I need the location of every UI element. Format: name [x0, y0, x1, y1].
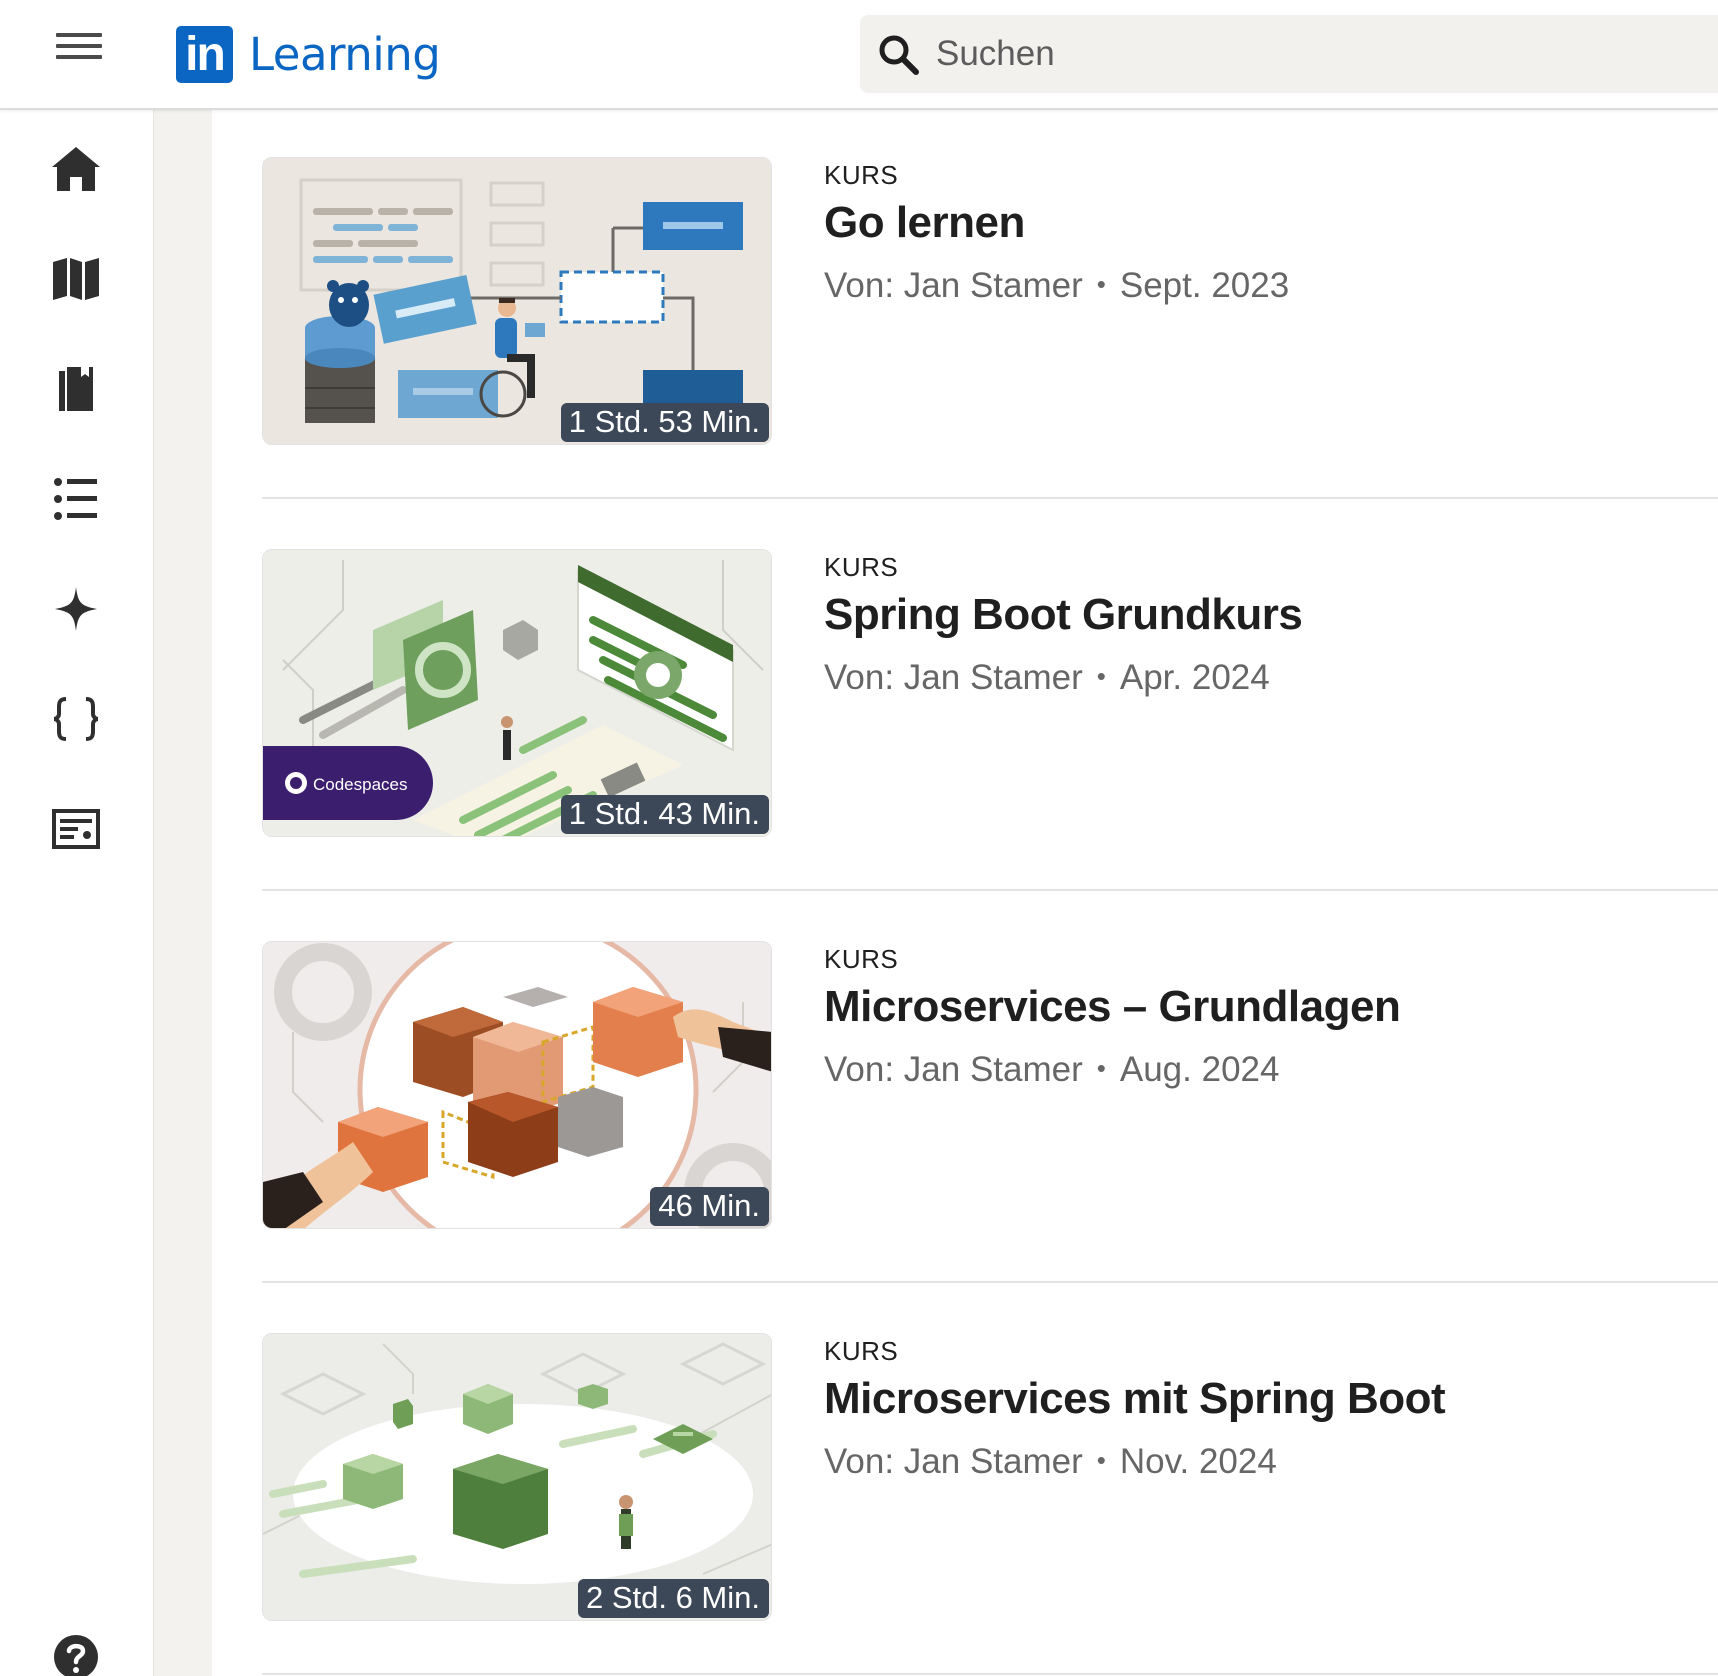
course-title-link[interactable]: Go lernen: [824, 198, 1025, 248]
course-card: Codespaces 1 Std. 43 Min. KURS Spring Bo…: [262, 502, 1718, 894]
content-type-label: KURS: [824, 552, 899, 582]
course-card: 1 Std. 53 Min. KURS Go lernen Von: Jan S…: [262, 110, 1718, 502]
learning-logo-text: Learning: [249, 27, 441, 81]
nav-certificates[interactable]: [45, 798, 107, 860]
search-input[interactable]: [936, 29, 1696, 79]
course-author: Von: Jan Stamer: [824, 266, 1083, 305]
course-thumbnail[interactable]: 46 Min.: [262, 941, 772, 1229]
nav-my-learning[interactable]: [45, 468, 107, 530]
nav-home[interactable]: [45, 138, 107, 200]
divider: [262, 1281, 1718, 1283]
linkedin-learning-logo[interactable]: in Learning: [176, 24, 441, 84]
list-icon: [54, 478, 97, 520]
content-type-label: KURS: [824, 1336, 899, 1366]
duration-badge: 2 Std. 6 Min.: [577, 1579, 769, 1618]
duration-badge: 1 Std. 53 Min.: [560, 403, 769, 442]
divider: [262, 1673, 1718, 1675]
course-meta: Von: Jan Stamer • Sept. 2023: [824, 266, 1289, 306]
nav-code-challenges[interactable]: [45, 688, 107, 750]
course-card: 2 Std. 6 Min. KURS Microservices mit Spr…: [262, 1286, 1718, 1676]
course-author: Von: Jan Stamer: [824, 658, 1083, 697]
content-type-label: KURS: [824, 944, 899, 974]
duration-badge: 46 Min.: [650, 1187, 769, 1226]
top-header: in Learning: [0, 0, 1718, 110]
microservices-spring-course-illustration: [263, 1334, 771, 1620]
divider: [262, 889, 1718, 891]
nav-library[interactable]: [45, 358, 107, 420]
codespaces-badge: Codespaces: [313, 775, 408, 794]
sparkle-icon: [55, 587, 97, 631]
course-title-link[interactable]: Spring Boot Grundkurs: [824, 590, 1303, 640]
course-thumbnail[interactable]: Codespaces 1 Std. 43 Min.: [262, 549, 772, 837]
map-icon: [53, 258, 99, 300]
course-author: Von: Jan Stamer: [824, 1050, 1083, 1089]
code-braces-icon: [53, 697, 99, 741]
spring-boot-course-illustration: Codespaces: [263, 550, 771, 836]
course-meta: Von: Jan Stamer • Apr. 2024: [824, 658, 1270, 698]
nav-help[interactable]: [45, 1626, 107, 1676]
content-type-label: KURS: [824, 160, 899, 190]
meta-separator: •: [1096, 1053, 1106, 1083]
content-gutter: [154, 110, 212, 1676]
left-nav-rail: [0, 110, 154, 1676]
nav-paths[interactable]: [45, 248, 107, 310]
meta-separator: •: [1096, 1445, 1106, 1475]
help-icon: [54, 1635, 98, 1676]
certificate-icon: [52, 809, 100, 849]
search-icon[interactable]: [876, 32, 922, 78]
linkedin-logo-badge: in: [176, 25, 233, 83]
course-date: Apr. 2024: [1119, 658, 1270, 697]
course-date: Sept. 2023: [1119, 266, 1290, 305]
course-title-link[interactable]: Microservices – Grundlagen: [824, 982, 1401, 1032]
course-thumbnail[interactable]: 2 Std. 6 Min.: [262, 1333, 772, 1621]
course-thumbnail[interactable]: 1 Std. 53 Min.: [262, 157, 772, 445]
course-date: Nov. 2024: [1119, 1442, 1277, 1481]
search-bar: [860, 15, 1718, 93]
meta-separator: •: [1096, 269, 1106, 299]
meta-separator: •: [1096, 661, 1106, 691]
course-date: Aug. 2024: [1119, 1050, 1280, 1089]
course-list: 1 Std. 53 Min. KURS Go lernen Von: Jan S…: [212, 110, 1718, 1676]
course-card: 46 Min. KURS Microservices – Grundlagen …: [262, 894, 1718, 1286]
course-meta: Von: Jan Stamer • Aug. 2024: [824, 1050, 1279, 1090]
hamburger-menu-icon[interactable]: [50, 30, 110, 70]
go-course-illustration: [263, 158, 771, 444]
home-icon: [52, 147, 100, 191]
library-icon: [59, 367, 93, 411]
course-title-link[interactable]: Microservices mit Spring Boot: [824, 1374, 1446, 1424]
microservices-course-illustration: [263, 942, 771, 1228]
course-author: Von: Jan Stamer: [824, 1442, 1083, 1481]
course-meta: Von: Jan Stamer • Nov. 2024: [824, 1442, 1277, 1482]
nav-ai-coach[interactable]: [45, 578, 107, 640]
duration-badge: 1 Std. 43 Min.: [560, 795, 769, 834]
divider: [262, 497, 1718, 499]
